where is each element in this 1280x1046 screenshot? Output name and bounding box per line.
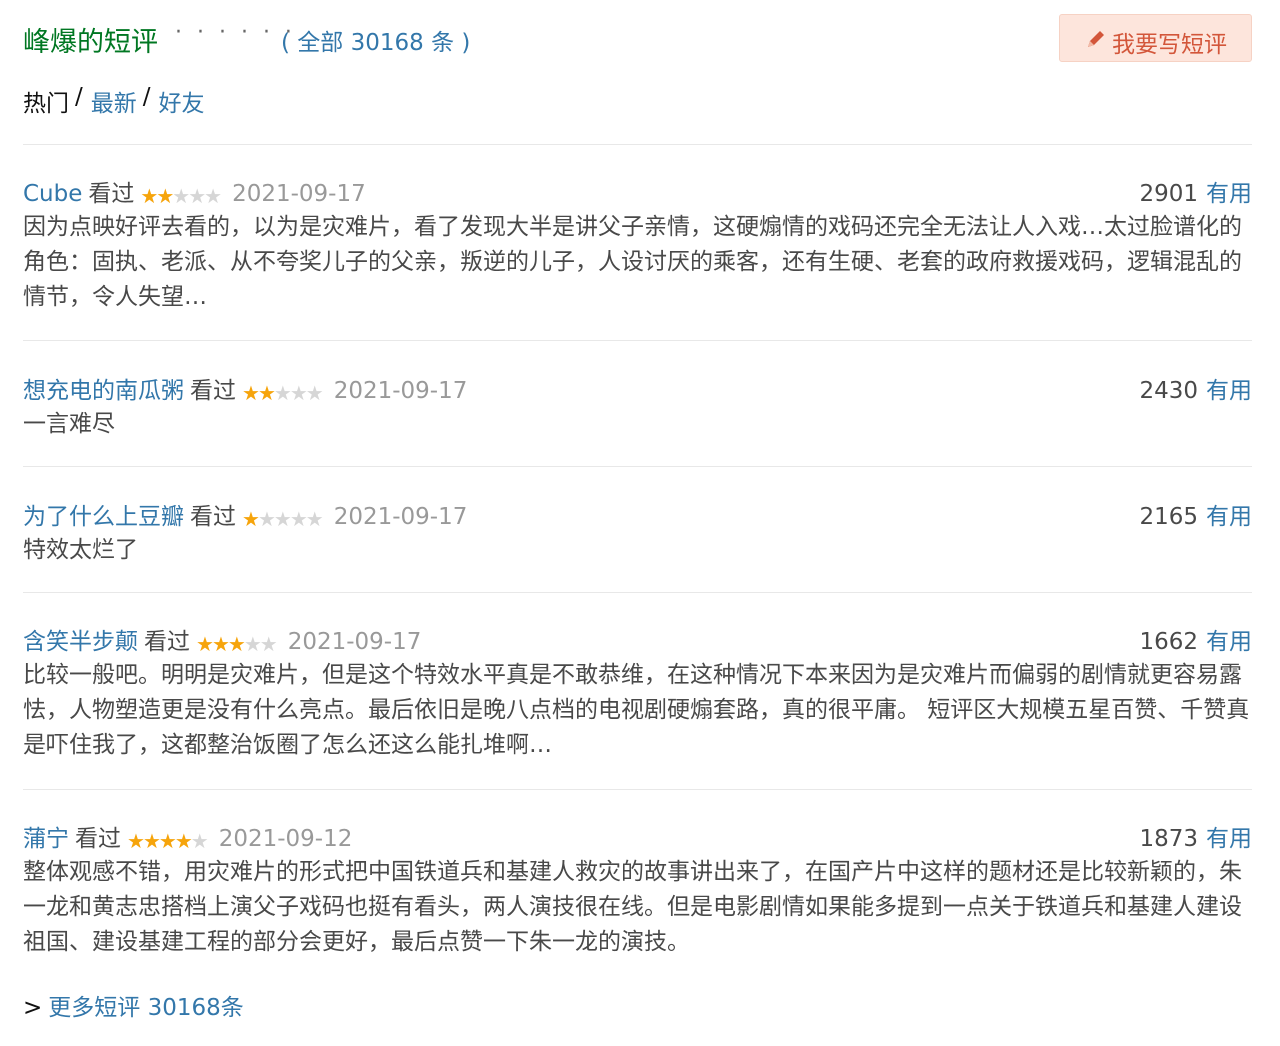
comment-user-link[interactable]: 蒲宁 bbox=[23, 826, 69, 852]
more-comments: > 更多短评 30168条 bbox=[23, 988, 244, 1022]
star-empty-icon: ★ bbox=[273, 381, 292, 405]
comment-date: 2021-09-17 bbox=[333, 378, 468, 404]
rating-stars: ★★★★★ bbox=[242, 507, 324, 531]
watch-status: 看过 bbox=[190, 378, 236, 404]
pencil-icon bbox=[1088, 31, 1104, 47]
tab-latest[interactable]: 最新 bbox=[91, 84, 137, 118]
comment-item: Cube 看过 ★★★★★ 2021-09-17 2901 有用 因为点映好评去看的，以… bbox=[23, 174, 1252, 315]
title-dots: · · · · · · bbox=[175, 20, 296, 45]
comment-user-link[interactable]: 想充电的南瓜粥 bbox=[23, 378, 184, 404]
divider bbox=[23, 144, 1252, 145]
star-filled-icon: ★ bbox=[158, 829, 177, 853]
comment-text: 因为点映好评去看的，以为是灾难片，看了发现大半是讲父子亲情，这硬煽情的戏码还完全… bbox=[23, 214, 1242, 310]
comment-user-link[interactable]: Cube bbox=[23, 181, 82, 207]
star-filled-icon: ★ bbox=[196, 632, 214, 656]
tab-separator: / bbox=[142, 84, 151, 110]
star-empty-icon: ★ bbox=[204, 184, 222, 208]
vote-area: 1662 有用 bbox=[1139, 622, 1252, 656]
vote-area: 1873 有用 bbox=[1139, 819, 1252, 853]
comment-text: 特效太烂了 bbox=[23, 537, 138, 563]
useful-button[interactable]: 有用 bbox=[1206, 504, 1252, 530]
star-filled-icon: ★ bbox=[142, 829, 161, 853]
star-filled-icon: ★ bbox=[242, 507, 260, 531]
divider bbox=[23, 789, 1252, 790]
comment-date: 2021-09-17 bbox=[333, 504, 468, 530]
divider bbox=[23, 340, 1252, 341]
star-empty-icon: ★ bbox=[172, 184, 190, 208]
star-empty-icon: ★ bbox=[305, 507, 324, 531]
vote-area: 2165 有用 bbox=[1139, 497, 1252, 531]
comment-meta: 为了什么上豆瓣 看过 ★★★★★ 2021-09-17 2165 有用 bbox=[23, 497, 1252, 531]
sort-tabs: 热门 / 最新 / 好友 bbox=[23, 84, 205, 118]
vote-count: 1662 bbox=[1139, 629, 1198, 655]
useful-button[interactable]: 有用 bbox=[1206, 378, 1252, 404]
comment-date: 2021-09-17 bbox=[232, 181, 366, 207]
watch-status: 看过 bbox=[88, 181, 135, 207]
watch-status: 看过 bbox=[144, 629, 190, 655]
rating-stars: ★★★★★ bbox=[242, 381, 324, 405]
write-review-label: 我要写短评 bbox=[1112, 32, 1227, 58]
star-filled-icon: ★ bbox=[140, 184, 158, 208]
comment-date: 2021-09-17 bbox=[287, 629, 422, 655]
divider bbox=[23, 592, 1252, 593]
watch-status: 看过 bbox=[75, 826, 121, 852]
useful-button[interactable]: 有用 bbox=[1206, 629, 1252, 655]
star-filled-icon: ★ bbox=[211, 632, 230, 656]
comment-user-link[interactable]: 为了什么上豆瓣 bbox=[23, 504, 184, 530]
write-review-button[interactable]: 我要写短评 bbox=[1059, 14, 1252, 62]
comment-text: 整体观感不错，用灾难片的形式把中国铁道兵和基建人救灾的故事讲出来了，在国产片中这… bbox=[23, 859, 1242, 955]
star-empty-icon: ★ bbox=[188, 184, 206, 208]
star-filled-icon: ★ bbox=[174, 829, 193, 853]
vote-area: 2901 有用 bbox=[1139, 174, 1252, 208]
tab-hot[interactable]: 热门 bbox=[23, 84, 69, 118]
more-comments-link[interactable]: 更多短评 30168条 bbox=[48, 995, 243, 1021]
comment-meta: 想充电的南瓜粥 看过 ★★★★★ 2021-09-17 2430 有用 bbox=[23, 371, 1252, 405]
rating-stars: ★★★★★ bbox=[196, 632, 278, 656]
star-empty-icon: ★ bbox=[257, 507, 276, 531]
star-empty-icon: ★ bbox=[190, 829, 209, 853]
useful-button[interactable]: 有用 bbox=[1206, 826, 1252, 852]
comment-text: 一言难尽 bbox=[23, 411, 115, 437]
divider bbox=[23, 466, 1252, 467]
more-arrow-icon: > bbox=[23, 995, 43, 1021]
vote-count: 1873 bbox=[1139, 826, 1198, 852]
star-empty-icon: ★ bbox=[289, 381, 308, 405]
comment-item: 想充电的南瓜粥 看过 ★★★★★ 2021-09-17 2430 有用 一言难尽 bbox=[23, 371, 1252, 442]
section-title: 峰爆的短评 bbox=[23, 27, 158, 58]
comment-text: 比较一般吧。明明是灾难片，但是这个特效水平真是不敢恭维，在这种情况下本来因为是灾… bbox=[23, 662, 1250, 758]
star-filled-icon: ★ bbox=[156, 184, 174, 208]
comment-item: 含笑半步颠 看过 ★★★★★ 2021-09-17 1662 有用 比较一般吧。明明是灾… bbox=[23, 622, 1252, 763]
star-empty-icon: ★ bbox=[289, 507, 308, 531]
tab-separator: / bbox=[75, 84, 83, 110]
useful-button[interactable]: 有用 bbox=[1206, 181, 1252, 207]
comment-item: 为了什么上豆瓣 看过 ★★★★★ 2021-09-17 2165 有用 特效太烂了 bbox=[23, 497, 1252, 568]
comment-meta: 含笑半步颠 看过 ★★★★★ 2021-09-17 1662 有用 bbox=[23, 622, 1252, 656]
vote-count: 2165 bbox=[1139, 504, 1198, 530]
star-filled-icon: ★ bbox=[242, 381, 260, 405]
vote-area: 2430 有用 bbox=[1139, 371, 1252, 405]
star-empty-icon: ★ bbox=[273, 507, 292, 531]
section-header: 峰爆的短评 · · · · · · ( 全部 30168 条 ) 我要写短评 bbox=[23, 14, 1252, 64]
comment-date: 2021-09-12 bbox=[218, 826, 353, 852]
star-empty-icon: ★ bbox=[305, 381, 324, 405]
comment-meta: 蒲宁 看过 ★★★★★ 2021-09-12 1873 有用 bbox=[23, 819, 1252, 853]
star-filled-icon: ★ bbox=[127, 829, 145, 853]
star-filled-icon: ★ bbox=[227, 632, 246, 656]
star-empty-icon: ★ bbox=[243, 632, 262, 656]
star-empty-icon: ★ bbox=[259, 632, 278, 656]
comment-item: 蒲宁 看过 ★★★★★ 2021-09-12 1873 有用 整体观感不错，用灾难片的形… bbox=[23, 819, 1252, 960]
tab-friends[interactable]: 好友 bbox=[159, 84, 205, 118]
comment-meta: Cube 看过 ★★★★★ 2021-09-17 2901 有用 bbox=[23, 174, 1252, 208]
watch-status: 看过 bbox=[190, 504, 236, 530]
total-count-link[interactable]: ( 全部 30168 条 ) bbox=[281, 23, 470, 57]
vote-count: 2430 bbox=[1139, 378, 1198, 404]
vote-count: 2901 bbox=[1139, 181, 1198, 207]
rating-stars: ★★★★★ bbox=[127, 829, 209, 853]
star-filled-icon: ★ bbox=[257, 381, 276, 405]
rating-stars: ★★★★★ bbox=[140, 184, 222, 208]
comment-user-link[interactable]: 含笑半步颠 bbox=[23, 629, 138, 655]
